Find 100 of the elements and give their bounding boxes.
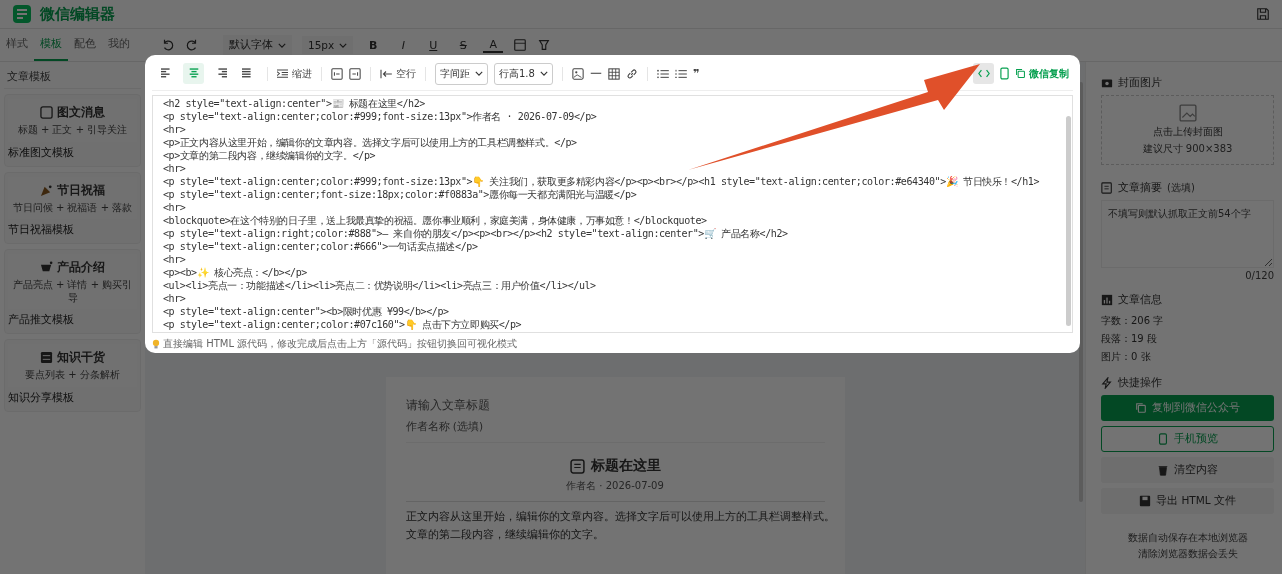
template-subtitle: 节日问候 + 祝福语 + 落款 — [12, 201, 133, 214]
stat-value: 0 张 — [1131, 351, 1151, 362]
format-button[interactable]: U — [423, 38, 444, 52]
template-subtitle: 产品亮点 + 详情 + 购买引导 — [11, 279, 134, 304]
template-title: 图文消息 — [57, 104, 105, 121]
indent-button[interactable]: 缩进 — [277, 66, 312, 81]
horizontal-rule-icon[interactable] — [589, 72, 602, 75]
article-heading: 标题在这里 — [590, 457, 661, 475]
scrollbar[interactable] — [1066, 116, 1071, 326]
return-icon — [380, 68, 392, 79]
text-color-button[interactable]: A — [483, 37, 504, 53]
outdent-icon[interactable] — [331, 67, 343, 80]
action-button[interactable]: 导出 HTML 文件 — [1101, 488, 1274, 514]
undo-icon[interactable] — [161, 38, 175, 52]
footer-note: 清除浏览器数据会丢失 — [1136, 547, 1239, 561]
code-line: <hr> — [163, 162, 187, 175]
format-button[interactable]: B — [363, 38, 384, 52]
numbered-list-icon[interactable] — [674, 68, 687, 79]
code-line: <hr> — [163, 123, 187, 136]
stat-label: 图片： — [1101, 351, 1131, 362]
stat-label: 段落： — [1101, 333, 1131, 344]
indent-icon — [277, 68, 288, 79]
template-subtitle: 标题 + 正文 + 引导关注 — [17, 124, 128, 137]
sidebar-tab[interactable]: 样式 — [0, 29, 34, 61]
action-button[interactable]: 清空内容 — [1101, 457, 1274, 483]
panel-heading: 文章信息 — [1118, 293, 1162, 307]
document-logo-icon — [12, 4, 32, 24]
author-field[interactable]: 作者名称 (选填) — [405, 420, 825, 443]
link-icon[interactable] — [625, 67, 638, 80]
upload-label: 点击上传封面图 — [1152, 125, 1223, 139]
template-card[interactable]: 产品介绍 产品亮点 + 详情 + 购买引导 产品推文模板 — [4, 249, 141, 334]
article-byline: 作者名 · 2026-07-09 — [565, 479, 665, 493]
title-field[interactable]: 请输入文章标题 — [405, 391, 825, 420]
image-icon[interactable] — [571, 67, 584, 80]
size-hint: 建议尺寸 900×383 — [1142, 142, 1233, 156]
code-line: <p style="text-align:center;color:#999;font-size:13px">作者名 · 2026-07-09</p> — [163, 110, 598, 123]
template-card[interactable]: 节日祝福 节日问候 + 祝福语 + 落款 节日祝福模板 — [4, 171, 141, 244]
template-name: 节日祝福模板 — [8, 223, 75, 237]
cover-upload-area[interactable]: 点击上传封面图 建议尺寸 900×383 — [1101, 95, 1274, 165]
code-line: <p><b>✨ 核心亮点：</b></p> — [163, 266, 308, 279]
panel-heading: 快捷操作 — [1118, 376, 1162, 390]
code-line: <p style="text-align:right;color:#888">— 来自你的朋友</p><p><br></p><h2 style="text-align:center">🛒 产品名称</h2> — [163, 227, 789, 240]
chevron-down-icon — [539, 71, 548, 76]
sidebar-tab[interactable]: 我的 — [102, 29, 136, 61]
phone-icon[interactable] — [1000, 67, 1009, 80]
image-icon — [1178, 104, 1197, 122]
font-size-select[interactable]: 15px — [302, 36, 354, 54]
bar-chart-icon — [1101, 294, 1113, 306]
template-name: 产品推文模板 — [8, 313, 75, 327]
phone-icon — [1157, 433, 1169, 445]
save-icon[interactable] — [1256, 7, 1270, 21]
html-source-field[interactable] — [152, 95, 1073, 333]
font-select[interactable]: 默认字体 — [223, 35, 292, 55]
code-line: <h2 style="text-align:center">📰 标题在这里</h2> — [163, 97, 426, 110]
template-card[interactable]: 图文消息 标题 + 正文 + 引导关注 标准图文模板 — [4, 94, 141, 167]
letter-spacing-select[interactable]: 字间距 — [435, 62, 488, 85]
template-card[interactable]: 知识干货 要点列表 + 分条解析 知识分享模板 — [4, 339, 141, 412]
redo-icon[interactable] — [185, 38, 199, 52]
indent-box-icon[interactable] — [349, 67, 361, 80]
optional-label: (选填) — [1167, 181, 1195, 195]
align-left-icon — [160, 68, 173, 79]
code-line: <p style="text-align:center"><b>限时优惠 ¥99</b></p> — [163, 305, 450, 318]
code-line: <p style="text-align:center;color:#07c160">👇 点击下方立即购买</p> — [163, 318, 523, 331]
summary-field[interactable]: 不填写则默认抓取正文前54个字 — [1101, 200, 1274, 268]
trash-icon — [1157, 464, 1169, 476]
action-button[interactable]: 手机预览 — [1101, 426, 1274, 452]
format-button[interactable]: S — [453, 38, 474, 52]
code-line: <p style="text-align:center;color:#999;font-size:13px">👇 关注我们，获取更多精彩内容</p><p><br></p><h1 style="text-align:center;color:#e64340">🎉 节日快乐！</h1> — [163, 175, 1041, 188]
action-button[interactable]: 复制到微信公众号 — [1101, 395, 1274, 421]
chevron-down-icon — [339, 42, 348, 48]
code-line: <p style="text-align:center;font-size:18px;color:#f0883a">愿你每一天都充满阳光与温暖</p> — [163, 188, 638, 201]
chevron-down-icon — [475, 71, 483, 76]
align-center-icon — [187, 68, 200, 79]
lightning-icon — [1101, 377, 1113, 389]
lightbulb-icon — [152, 338, 160, 350]
blank-line-button[interactable]: 空行 — [380, 66, 416, 81]
template-subtitle: 要点列表 + 分条解析 — [25, 369, 120, 382]
wechat-copy-button[interactable]: 微信复制 — [1015, 66, 1069, 81]
code-line: <ul><li>亮点一：功能描述</li><li>亮点二：优势说明</li><li>亮点三：用户价值</li></ul> — [163, 279, 597, 292]
bullet-list-icon[interactable] — [656, 68, 669, 79]
section-title: 文章模板 — [4, 68, 141, 89]
align-justify-icon — [241, 68, 254, 79]
stat-value: 19 段 — [1131, 333, 1157, 344]
cart-icon — [40, 261, 53, 274]
code-line: <p>文章的第二段内容，继续编辑你的文字。</p> — [163, 149, 377, 162]
quote-button[interactable]: ❞ — [692, 67, 700, 80]
sidebar-tab[interactable]: 配色 — [68, 29, 102, 61]
source-code-toggle[interactable] — [973, 63, 994, 84]
copy-icon — [1135, 402, 1147, 414]
code-line: <hr> — [163, 201, 187, 214]
character-count: 0/120 — [1244, 270, 1274, 281]
line-height-select[interactable]: 行高1.8 — [494, 62, 553, 85]
code-line: <hr> — [163, 253, 187, 266]
table-icon[interactable] — [607, 67, 620, 80]
stat-value: 206 字 — [1131, 315, 1164, 326]
code-line: <hr> — [163, 292, 187, 305]
template-title: 产品介绍 — [57, 259, 105, 276]
app-title: 微信编辑器 — [40, 4, 115, 24]
format-button[interactable]: I — [393, 38, 414, 52]
book-icon — [40, 351, 53, 364]
